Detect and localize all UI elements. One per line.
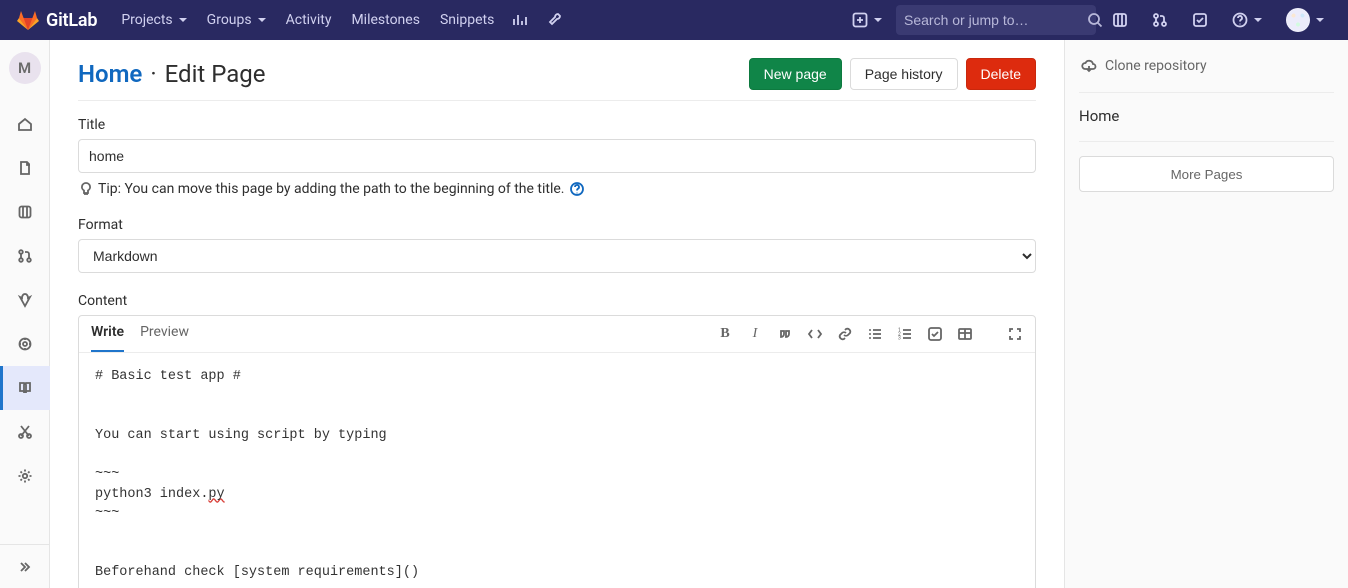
content-pre: # Basic test app # You can start using s… [95, 369, 387, 501]
tab-preview[interactable]: Preview [140, 324, 189, 352]
nav-milestones[interactable]: Milestones [341, 2, 430, 38]
nav-snippets[interactable]: Snippets [430, 2, 504, 38]
sidebar-divider-2 [1079, 141, 1334, 142]
gitlab-logo-icon [16, 8, 40, 32]
search-input[interactable] [904, 12, 1085, 28]
content-label: Content [78, 293, 1036, 309]
clone-repository-label: Clone repository [1105, 58, 1207, 74]
format-block: Format Markdown [78, 217, 1036, 273]
content-block: Content Write Preview B I 123 [78, 293, 1036, 588]
link-icon[interactable] [837, 326, 853, 342]
nav-projects[interactable]: Projects [111, 2, 196, 38]
user-avatar [1286, 8, 1310, 32]
chevron-down-icon [1254, 18, 1262, 22]
nav-groups[interactable]: Groups [197, 2, 276, 38]
tip-help-icon[interactable] [569, 181, 585, 197]
user-menu[interactable] [1278, 2, 1332, 38]
code-icon[interactable] [807, 326, 823, 342]
task-list-icon[interactable] [927, 326, 943, 342]
rail-snippets-icon[interactable] [0, 410, 50, 454]
cloud-download-icon [1081, 58, 1097, 74]
quote-icon[interactable] [777, 326, 793, 342]
rail-operations-icon[interactable] [0, 322, 50, 366]
chevron-down-icon [179, 18, 187, 22]
nav-snippets-label: Snippets [440, 12, 494, 28]
clone-repository-link[interactable]: Clone repository [1079, 54, 1334, 78]
content-area: Home · Edit Page New page Page history D… [50, 40, 1064, 588]
content-editor: Write Preview B I 123 [78, 315, 1036, 588]
project-avatar[interactable]: M [9, 52, 41, 84]
rail-merge-requests-icon[interactable] [0, 234, 50, 278]
nav-groups-label: Groups [207, 12, 252, 28]
rail-cicd-icon[interactable] [0, 278, 50, 322]
navbar-right [846, 2, 1332, 38]
page-subtitle: Edit Page [165, 60, 266, 88]
italic-icon[interactable]: I [747, 326, 763, 342]
project-sidebar: M [0, 40, 50, 588]
todos-icon[interactable] [1184, 6, 1216, 34]
new-dropdown[interactable] [846, 12, 888, 28]
main-region: Home · Edit Page New page Page history D… [50, 40, 1348, 588]
rail-collapse-icon[interactable] [0, 544, 50, 588]
page-header: Home · Edit Page New page Page history D… [78, 58, 1036, 90]
chevron-down-icon [258, 18, 266, 22]
nav-activity-label: Activity [286, 12, 332, 28]
content-textarea[interactable]: # Basic test app # You can start using s… [79, 353, 1035, 588]
header-divider [78, 100, 1036, 101]
wiki-home-link[interactable]: Home [78, 60, 142, 88]
body-region: M Home · Edit Page New page Page history [0, 40, 1348, 588]
chevron-down-icon [874, 18, 882, 22]
navbar-tool-icons [504, 2, 572, 38]
rail-wiki-icon[interactable] [0, 366, 50, 410]
bold-icon[interactable]: B [717, 326, 733, 342]
delete-button[interactable]: Delete [966, 58, 1036, 90]
top-navbar: GitLab Projects Groups Activity Mileston… [0, 0, 1348, 40]
title-tip: Tip: You can move this page by adding th… [78, 181, 1036, 197]
title-separator: · [150, 60, 156, 88]
title-tip-text: Tip: You can move this page by adding th… [98, 181, 565, 197]
rail-issues-icon[interactable] [0, 190, 50, 234]
global-search[interactable] [896, 5, 1096, 35]
search-button[interactable] [1085, 12, 1105, 28]
fullscreen-icon[interactable] [1007, 326, 1023, 342]
editor-toolbar: B I 123 [717, 326, 1023, 350]
ordered-list-icon[interactable]: 123 [897, 326, 913, 342]
rail-settings-icon[interactable] [0, 454, 50, 498]
help-icon[interactable] [1224, 6, 1270, 34]
tab-write[interactable]: Write [91, 324, 124, 352]
chevron-down-icon [1316, 18, 1324, 22]
format-select[interactable]: Markdown [78, 239, 1036, 273]
issues-icon[interactable] [1104, 6, 1136, 34]
merge-requests-icon[interactable] [1144, 6, 1176, 34]
page-history-button[interactable]: Page history [850, 58, 958, 90]
rail-project-home-icon[interactable] [0, 102, 50, 146]
rail-repository-icon[interactable] [0, 146, 50, 190]
sidebar-home-link[interactable]: Home [1079, 107, 1334, 125]
nav-projects-label: Projects [121, 12, 172, 28]
format-label: Format [78, 217, 1036, 233]
page-actions: New page Page history Delete [749, 58, 1036, 90]
title-input[interactable] [78, 139, 1036, 173]
gitlab-logo[interactable]: GitLab [16, 8, 97, 32]
navbar-left: GitLab Projects Groups Activity Mileston… [16, 2, 572, 38]
content-post: ~~~ Beforehand check [system requirement… [95, 506, 419, 580]
new-page-button[interactable]: New page [749, 58, 842, 90]
bullet-list-icon[interactable] [867, 326, 883, 342]
gitlab-logo-text: GitLab [46, 10, 97, 31]
title-block: Title Tip: You can move this page by add… [78, 117, 1036, 197]
nav-operations-icon[interactable] [504, 2, 536, 38]
nav-milestones-label: Milestones [351, 12, 420, 28]
content-spell-error: py [208, 487, 224, 502]
title-label: Title [78, 117, 1036, 133]
more-pages-button[interactable]: More Pages [1079, 156, 1334, 192]
wiki-sidebar: Clone repository Home More Pages [1064, 40, 1348, 588]
nav-activity[interactable]: Activity [276, 2, 342, 38]
editor-tabs: Write Preview B I 123 [79, 316, 1035, 353]
lightbulb-icon [78, 181, 94, 197]
svg-text:3: 3 [898, 336, 901, 342]
sidebar-divider [1079, 92, 1334, 93]
page-title: Home · Edit Page [78, 60, 266, 88]
table-icon[interactable] [957, 326, 973, 342]
nav-admin-icon[interactable] [540, 2, 572, 38]
